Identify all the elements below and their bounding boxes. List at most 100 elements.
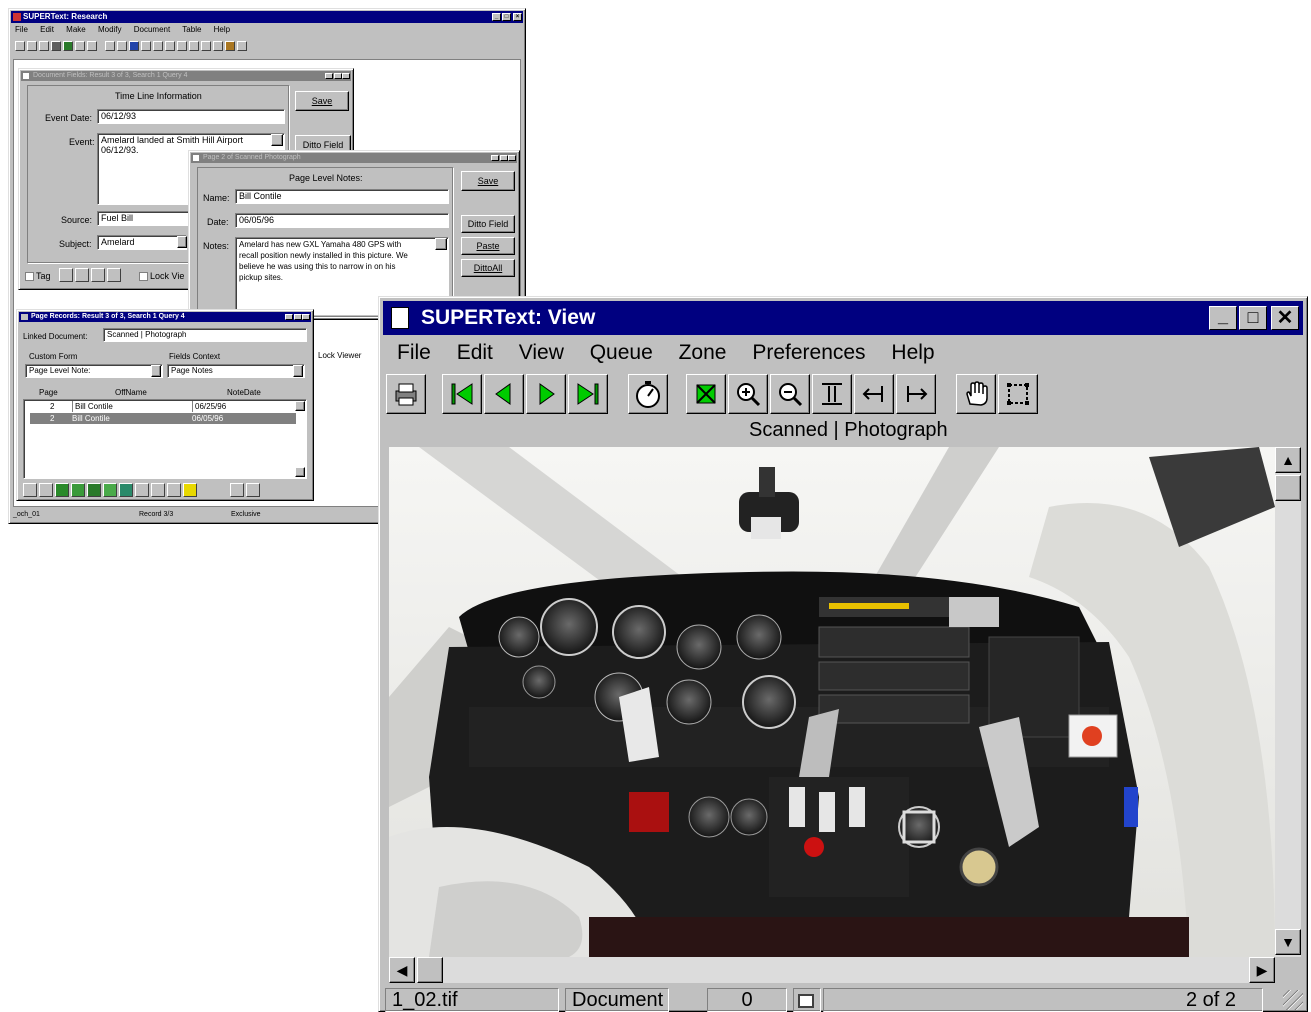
toolbar-button[interactable] [177, 41, 187, 51]
scroll-thumb[interactable] [1275, 475, 1301, 501]
fit-width-left-icon[interactable] [854, 374, 894, 414]
toolbar-button[interactable] [39, 41, 49, 51]
toolbar-button[interactable] [75, 41, 85, 51]
toolbar-button[interactable] [141, 41, 151, 51]
record-button[interactable] [91, 268, 105, 282]
record-button[interactable] [135, 483, 149, 497]
vertical-scrollbar[interactable]: ▲ ▼ [1275, 447, 1301, 957]
horizontal-scrollbar[interactable]: ◀ ▶ [389, 957, 1275, 983]
toolbar-button[interactable] [189, 41, 199, 51]
research-titlebar[interactable]: SUPERText: Research _ □ × [11, 11, 523, 23]
custom-form-dropdown-button[interactable] [151, 365, 161, 377]
page-records-titlebar[interactable]: Page Records: Result 3 of 3, Search 1 Qu… [19, 312, 311, 322]
stopwatch-icon[interactable] [628, 374, 668, 414]
viewer-titlebar[interactable]: SUPERText: View _ □ ✕ [383, 301, 1303, 335]
record-button[interactable] [107, 268, 121, 282]
menu-table[interactable]: Table [182, 25, 201, 34]
record-button[interactable] [167, 483, 181, 497]
record-button[interactable] [71, 483, 85, 497]
lock-viewer-checkbox[interactable]: Lock Vie [139, 271, 184, 282]
save-button[interactable]: Save [461, 171, 515, 191]
close-button[interactable]: × [513, 13, 522, 21]
save-button[interactable]: Save [295, 91, 349, 111]
toolbar-button[interactable] [105, 41, 115, 51]
toolbar-button[interactable] [15, 41, 25, 51]
column-offname[interactable]: OffName [115, 388, 147, 397]
close-button[interactable] [302, 314, 310, 320]
scroll-right-button[interactable]: ▶ [1249, 957, 1275, 983]
close-button[interactable] [342, 73, 350, 79]
scroll-thumb[interactable] [417, 957, 443, 983]
maximize-button[interactable] [334, 73, 342, 79]
maximize-button[interactable] [500, 155, 508, 161]
toolbar-button[interactable] [201, 41, 211, 51]
toolbar-button[interactable] [51, 41, 61, 51]
date-field[interactable]: 06/05/96 [235, 213, 449, 228]
toolbar-button[interactable] [63, 41, 73, 51]
select-region-icon[interactable] [998, 374, 1038, 414]
toolbar-button[interactable] [129, 41, 139, 51]
first-page-icon[interactable] [442, 374, 482, 414]
menu-queue[interactable]: Queue [590, 341, 653, 364]
scroll-down-button[interactable]: ▼ [1275, 929, 1301, 955]
tag-checkbox[interactable]: Tag [25, 271, 51, 282]
fit-width-right-icon[interactable] [896, 374, 936, 414]
table-scroll-up-button[interactable] [295, 401, 305, 411]
document-fields-titlebar[interactable]: Document Fields: Result 3 of 3, Search 1… [21, 71, 351, 81]
record-button[interactable] [23, 483, 37, 497]
event-scroll-up-button[interactable] [271, 134, 283, 146]
toolbar-button[interactable] [153, 41, 163, 51]
record-button[interactable] [103, 483, 117, 497]
zoom-in-icon[interactable] [728, 374, 768, 414]
fields-context-dropdown-button[interactable] [293, 365, 303, 377]
record-button[interactable] [229, 483, 244, 497]
table-row-selected[interactable]: 2 Bill Contile 06/05/96 [30, 413, 296, 424]
minimize-button[interactable] [285, 314, 293, 320]
name-field[interactable]: Bill Contile [235, 189, 449, 204]
minimize-button[interactable] [491, 155, 499, 161]
page-notes-titlebar[interactable]: Page 2 of Scanned Photograph [191, 153, 517, 163]
zoom-out-icon[interactable] [770, 374, 810, 414]
hand-pan-icon[interactable] [956, 374, 996, 414]
menu-edit[interactable]: Edit [40, 25, 54, 34]
event-date-field[interactable]: 06/12/93 [97, 109, 285, 124]
menu-help[interactable]: Help [214, 25, 230, 34]
record-button[interactable] [75, 268, 89, 282]
resize-grip-icon[interactable] [1283, 990, 1303, 1010]
lock-viewer-box[interactable] [139, 272, 148, 282]
close-button[interactable] [508, 155, 516, 161]
minimize-button[interactable] [325, 73, 333, 79]
menu-file[interactable]: File [15, 25, 28, 34]
column-notedate[interactable]: NoteDate [227, 388, 261, 397]
fit-height-icon[interactable] [812, 374, 852, 414]
record-button[interactable] [39, 483, 53, 497]
custom-form-select[interactable]: Page Level Note: [25, 364, 163, 378]
menu-zone[interactable]: Zone [679, 341, 727, 364]
record-button[interactable] [183, 483, 197, 497]
subject-dropdown-button[interactable] [177, 236, 187, 248]
ditto-all-button[interactable]: DittoAll [461, 259, 515, 277]
maximize-button[interactable] [294, 314, 302, 320]
image-viewport[interactable] [389, 447, 1275, 957]
menu-file[interactable]: File [397, 341, 431, 364]
column-page[interactable]: Page [39, 388, 58, 397]
tag-checkbox-box[interactable] [25, 272, 34, 282]
menu-document[interactable]: Document [134, 25, 170, 34]
toolbar-button[interactable] [225, 41, 235, 51]
minimize-button[interactable]: _ [1209, 306, 1237, 330]
maximize-button[interactable]: □ [1239, 306, 1267, 330]
record-button[interactable] [55, 483, 69, 497]
notes-scroll-up-button[interactable] [435, 238, 447, 250]
linked-document-field[interactable]: Scanned | Photograph [103, 328, 307, 342]
toolbar-button[interactable] [165, 41, 175, 51]
table-row[interactable]: 2 Bill Contile 06/25/96 [30, 401, 296, 412]
minimize-button[interactable]: _ [492, 13, 501, 21]
scroll-left-button[interactable]: ◀ [389, 957, 415, 983]
subject-field[interactable]: Amelard [97, 235, 187, 250]
record-button[interactable] [245, 483, 260, 497]
ditto-field-button[interactable]: Ditto Field [461, 215, 515, 233]
print-icon[interactable] [386, 374, 426, 414]
toolbar-button[interactable] [27, 41, 37, 51]
prev-page-icon[interactable] [484, 374, 524, 414]
menu-modify[interactable]: Modify [98, 25, 122, 34]
